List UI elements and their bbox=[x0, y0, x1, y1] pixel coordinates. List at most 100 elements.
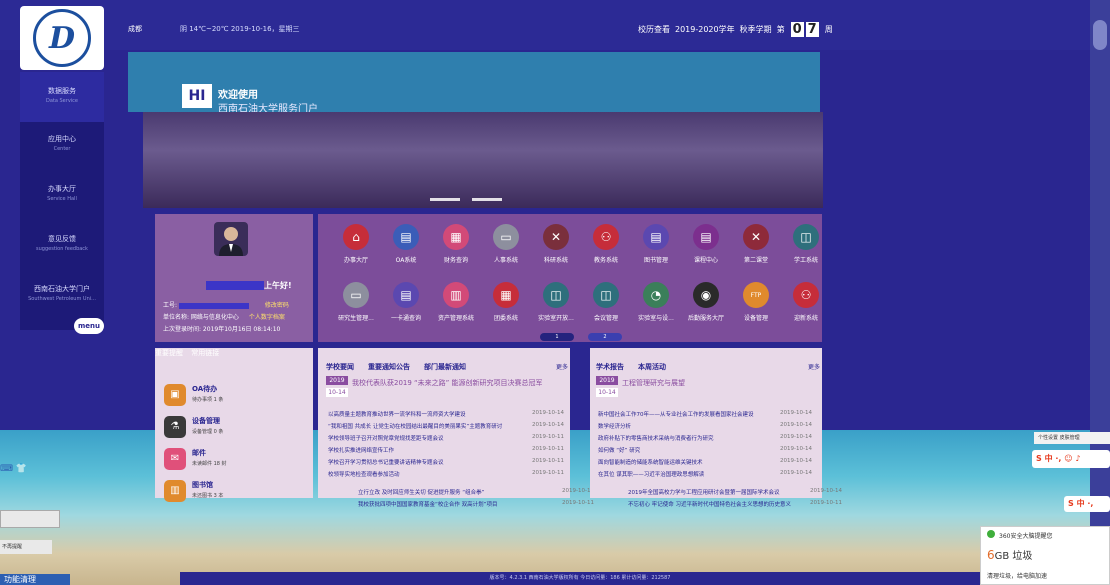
sidebar-item-service-hall[interactable]: 办事大厅 Service Hall bbox=[20, 184, 104, 224]
news-title: 政府补贴下的零售商技术采纳与消费者行为研究 bbox=[598, 436, 714, 442]
tab-notices[interactable]: 重要通知公告 bbox=[368, 362, 410, 372]
change-password-link[interactable]: 修改密码 bbox=[265, 302, 289, 309]
app-tile[interactable]: ▦ 团委系统 bbox=[480, 282, 532, 322]
pager-2[interactable]: 2 bbox=[588, 333, 622, 341]
sidebar-item-app-center[interactable]: 应用中心 Center bbox=[20, 134, 104, 174]
news-row[interactable]: 立行立改 及时回应师生关切 促进提升服务 “组合拳” 2019-10-11 bbox=[358, 488, 594, 498]
app-label: 会议管理 bbox=[593, 315, 618, 322]
tab-department-news[interactable]: 部门最新通知 bbox=[424, 362, 466, 372]
news-row[interactable]: 学校扎实推进网络宣传工作 2019-10-11 bbox=[328, 446, 564, 456]
app-tile[interactable]: ▤ 一卡通查询 bbox=[380, 282, 432, 322]
app-tile[interactable]: ▤ OA系统 bbox=[380, 224, 432, 264]
sidebar-item-data-service[interactable]: 数据服务 Data Service bbox=[20, 72, 104, 122]
personal-file-link[interactable]: 个人数字档案 bbox=[249, 314, 285, 321]
news-row[interactable]: 我校获批四项中国国家教育基金“校企合作 双高计划”项目 2019-10-11 bbox=[358, 500, 594, 510]
app-tile[interactable]: ◔ 实验室与设... bbox=[630, 282, 682, 322]
cleanup-button[interactable]: 功能清理 bbox=[0, 574, 70, 585]
app-tile[interactable]: ◫ 实验室开放... bbox=[530, 282, 582, 322]
app-tile[interactable]: FTP 设备管理 bbox=[730, 282, 782, 322]
sogou-ime-toolbar[interactable]: S 中 ·, ☺ ♪ bbox=[1032, 450, 1110, 468]
sidebar-item-feedback[interactable]: 意见反馈 suggestion feedback bbox=[20, 234, 104, 274]
news-date: 2019-10-11 bbox=[532, 458, 564, 464]
news-headline[interactable]: 2019 10-14 我校代表队获2019 “未来之路” 能源创新研究项目决赛总… bbox=[326, 376, 570, 402]
calendar-icon: ▦ bbox=[443, 224, 469, 250]
sidebar-item-sublabel: Southwest Petroleum Uni... bbox=[28, 296, 96, 302]
reminder-item[interactable]: ▣ OA待办 待办事项 1 条 bbox=[160, 382, 310, 410]
news-row[interactable]: 以高质量主题教育推动世界一流学科和一流师资大学建设 2019-10-14 bbox=[328, 410, 564, 420]
app-tile[interactable]: ⚇ 教务系统 bbox=[580, 224, 632, 264]
reminder-item[interactable]: ⚗ 设备管理 设备管理 0 条 bbox=[160, 414, 310, 442]
app-label: OA系统 bbox=[395, 257, 417, 264]
news-row[interactable]: 数学经济分析 2019-10-14 bbox=[598, 422, 812, 432]
dont-remind[interactable]: 不再提醒 bbox=[0, 540, 52, 554]
shirt-icon[interactable]: 👕 bbox=[16, 464, 27, 474]
reminder-item[interactable]: ▥ 图书馆 未还图书 3 本 bbox=[160, 478, 310, 506]
welcome-text: 欢迎使用 bbox=[218, 90, 258, 101]
user-unit: 单位名称: 网络与信息化中心 bbox=[163, 314, 239, 321]
security-popup[interactable]: 360安全大脑提醒您 6GB 垃圾 清理垃圾，给电脑加速 bbox=[980, 526, 1110, 585]
ime-settings-bar[interactable]: 个性设置 皮肤管理 bbox=[1034, 432, 1110, 444]
ime-toolbar[interactable] bbox=[0, 510, 60, 528]
list-icon: ▤ bbox=[643, 224, 669, 250]
app-label: 科研系统 bbox=[543, 257, 568, 264]
calendar-link[interactable]: 校历查看 bbox=[638, 24, 670, 35]
news-row[interactable]: 学校领导班子召开对照党章党规找差距专题会议 2019-10-11 bbox=[328, 434, 564, 444]
sogou-ime-toolbar[interactable]: S 中 ·, bbox=[1064, 496, 1110, 512]
banner-carousel-dots[interactable] bbox=[430, 198, 502, 201]
app-label: 一卡通查询 bbox=[390, 315, 421, 322]
news-row[interactable]: 如何做 “好” 研究 2019-10-14 bbox=[598, 446, 812, 456]
app-tile[interactable]: ◫ 学工系统 bbox=[780, 224, 832, 264]
news-row[interactable]: 政府补贴下的零售商技术采纳与消费者行为研究 2019-10-14 bbox=[598, 434, 812, 444]
scroll-thumb[interactable] bbox=[1093, 20, 1107, 50]
pager-1[interactable]: 1 bbox=[540, 333, 574, 341]
carousel-dot[interactable] bbox=[430, 198, 460, 201]
app-tile[interactable]: ▥ 资产管理系统 bbox=[430, 282, 482, 322]
app-tile[interactable]: ▤ 图书管理 bbox=[630, 224, 682, 264]
sidebar-item-label: 办事大厅 bbox=[48, 185, 76, 193]
news-row[interactable]: 2019年全国高校力学与工程应用研讨会暨第一届国际学术会议 2019-10-14 bbox=[628, 488, 842, 498]
app-tile[interactable]: ▤ 课程中心 bbox=[680, 224, 732, 264]
avatar[interactable] bbox=[214, 222, 248, 256]
news-date: 2019-10-11 bbox=[810, 500, 842, 506]
reminder-count: 待办事项 1 条 bbox=[192, 397, 224, 403]
tools-icon: ✕ bbox=[543, 224, 569, 250]
carousel-dot[interactable] bbox=[472, 198, 502, 201]
news-row[interactable]: 在其位 谋其职——习近平治国理政思想解读 2019-10-14 bbox=[598, 470, 812, 480]
tab-academic-reports[interactable]: 学术报告 bbox=[596, 362, 624, 372]
news-row[interactable]: 学校召开学习贯彻总书记重要讲话精神专题会议 2019-10-11 bbox=[328, 458, 564, 468]
app-label: 迎新系统 bbox=[793, 315, 818, 322]
news-row[interactable]: 不忘初心 牢记使命 习近平新时代中国特色社会主义思想的历史意义 2019-10-1… bbox=[628, 500, 842, 510]
academic-more-link[interactable]: 更多 bbox=[808, 362, 820, 371]
tab-important[interactable]: 重要提醒 bbox=[155, 349, 183, 357]
tab-weekly-activities[interactable]: 本周活动 bbox=[638, 362, 666, 372]
news-row[interactable]: 面向智能制造的储能系统智能运维关键技术 2019-10-14 bbox=[598, 458, 812, 468]
junk-size: 6GB 垃圾 bbox=[987, 547, 1032, 562]
app-tile[interactable]: ▦ 财务查询 bbox=[430, 224, 482, 264]
app-tile[interactable]: ⚇ 迎新系统 bbox=[780, 282, 832, 322]
app-tile[interactable]: ✕ 第二课堂 bbox=[730, 224, 782, 264]
reminder-tabs: 重要提醒 常用链接 bbox=[155, 348, 219, 358]
app-tile[interactable]: ▭ 人事系统 bbox=[480, 224, 532, 264]
app-tile[interactable]: ◫ 会议管理 bbox=[580, 282, 632, 322]
keyboard-icon[interactable]: ⌨ bbox=[0, 464, 13, 474]
news-row[interactable]: 新中国社会工作70年——从专业社会工作的发展看国家社会建设 2019-10-14 bbox=[598, 410, 812, 420]
news-date: 2019-10-11 bbox=[532, 434, 564, 440]
week-digit: 7 bbox=[805, 22, 819, 37]
news-row[interactable]: “我和祖国 共成长 让党生动在校园结出最醒目的美丽果实”主题教育研讨 2019-1… bbox=[328, 422, 564, 432]
app-tile[interactable]: ✕ 科研系统 bbox=[530, 224, 582, 264]
app-tile[interactable]: ⌂ 办事大厅 bbox=[330, 224, 382, 264]
news-more-link[interactable]: 更多 bbox=[556, 362, 568, 371]
news-title: 我校获批四项中国国家教育基金“校企合作 双高计划”项目 bbox=[358, 502, 498, 508]
reminder-item[interactable]: ✉ 邮件 未读邮件 18 封 bbox=[160, 446, 310, 474]
academic-headline[interactable]: 2019 10-14 工程管理研究与展望 bbox=[596, 376, 820, 402]
tab-common-links[interactable]: 常用链接 bbox=[191, 349, 219, 357]
tab-school-news[interactable]: 学校要闻 bbox=[326, 362, 354, 372]
app-tile[interactable]: ▭ 研究生管理... bbox=[330, 282, 382, 322]
university-logo[interactable]: D bbox=[20, 6, 104, 70]
news-row[interactable]: 校领导实地检查观看参加活动 2019-10-11 bbox=[328, 470, 564, 480]
app-label: 学工系统 bbox=[793, 257, 818, 264]
app-tile[interactable]: ◉ 后勤服务大厅 bbox=[680, 282, 732, 322]
reminder-name: 图书馆 bbox=[192, 481, 213, 489]
menu-button[interactable]: menu bbox=[74, 318, 104, 334]
news-title: 面向智能制造的储能系统智能运维关键技术 bbox=[598, 460, 703, 466]
